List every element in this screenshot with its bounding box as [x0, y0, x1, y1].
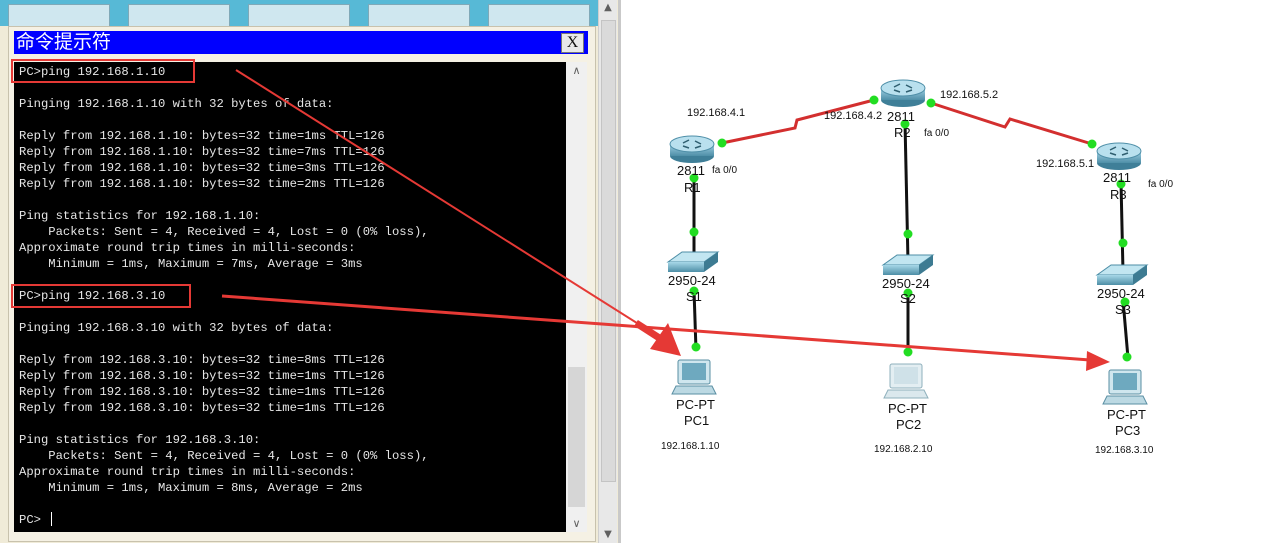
pc2-name: PC2	[896, 417, 922, 432]
pc1-icon[interactable]	[671, 359, 717, 395]
router-r2-port: fa 0/0	[924, 128, 950, 139]
serial-link-r2-r3[interactable]	[930, 101, 1093, 146]
pc3-type: PC-PT	[1107, 407, 1146, 422]
pc1-type: PC-PT	[676, 397, 715, 412]
router-r2-name: R2	[894, 125, 911, 140]
router-r3-name: R3	[1110, 187, 1127, 202]
router-r1-model: 2811	[677, 163, 705, 178]
pc3-ip-label: 192.168.3.10	[1095, 445, 1154, 456]
r2-wan-ip-right-label: 192.168.5.2	[940, 89, 999, 101]
switch-s2-icon[interactable]	[881, 254, 935, 275]
r3-wan-ip-label: 192.168.5.1	[1036, 158, 1095, 170]
pc3-icon[interactable]	[1102, 369, 1148, 405]
router-r3-icon[interactable]	[1096, 142, 1142, 170]
router-r1-name: R1	[684, 180, 701, 195]
switch-s2-model: 2950-24	[882, 276, 930, 291]
r2-wan-ip-left-label: 192.168.4.2	[824, 110, 883, 122]
switch-s1-name: S1	[686, 289, 702, 304]
pc3-name: PC3	[1115, 423, 1141, 438]
ethernet-link-r2-s2[interactable]	[903, 121, 910, 263]
router-r2-icon[interactable]	[880, 79, 926, 107]
pc2-icon[interactable]	[883, 363, 929, 399]
router-r1-icon[interactable]	[669, 135, 715, 163]
switch-s3-model: 2950-24	[1097, 286, 1145, 301]
switch-s2-name: S2	[900, 291, 916, 306]
pc1-name: PC1	[684, 413, 710, 428]
switch-s1-model: 2950-24	[668, 273, 716, 288]
router-r3-port: fa 0/0	[1148, 179, 1174, 190]
router-r1-port: fa 0/0	[712, 165, 738, 176]
router-r3-model: 2811	[1103, 170, 1131, 185]
switch-s3-name: S3	[1115, 302, 1131, 317]
r1-wan-ip-label: 192.168.4.1	[687, 107, 746, 119]
pc2-type: PC-PT	[888, 401, 927, 416]
pc2-ip-label: 192.168.2.10	[874, 444, 933, 455]
topology-canvas	[666, 79, 1149, 405]
router-r2-model: 2811	[887, 109, 915, 124]
switch-s1-icon[interactable]	[666, 251, 720, 272]
pc1-ip-label: 192.168.1.10	[661, 441, 720, 452]
switch-s3-icon[interactable]	[1095, 264, 1149, 285]
